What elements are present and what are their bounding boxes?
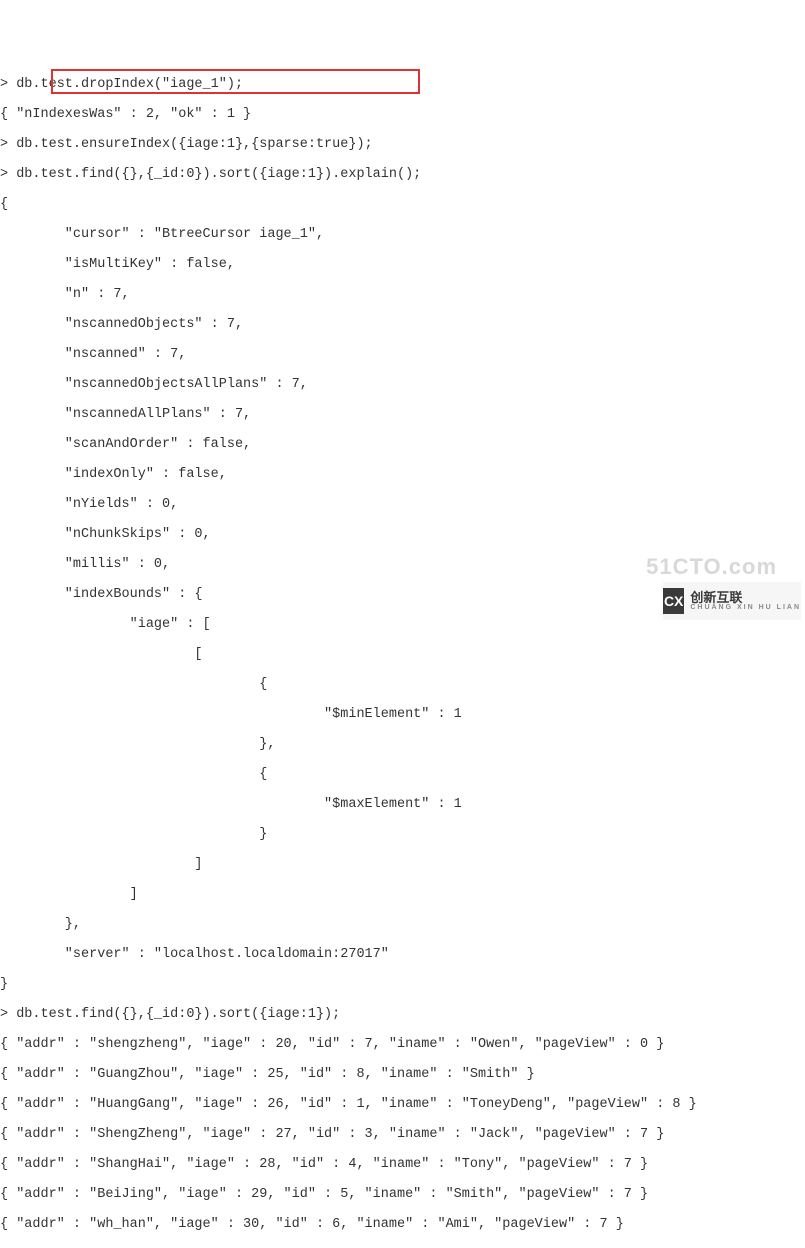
terminal-line: { "addr" : "wh_han", "iage" : 30, "id" :… xyxy=(0,1217,805,1232)
watermark-text: 51CTO.com xyxy=(646,559,777,574)
terminal-line: "nscannedObjectsAllPlans" : 7, xyxy=(0,377,805,392)
terminal-line: { "addr" : "HuangGang", "iage" : 26, "id… xyxy=(0,1097,805,1112)
terminal-line: > db.test.find({},{_id:0}).sort({iage:1}… xyxy=(0,1007,805,1022)
terminal-line: { xyxy=(0,197,805,212)
terminal-line: { "nIndexesWas" : 2, "ok" : 1 } xyxy=(0,107,805,122)
logo-icon: CX xyxy=(663,588,684,614)
terminal-line: [ xyxy=(0,647,805,662)
terminal-line: { "addr" : "shengzheng", "iage" : 20, "i… xyxy=(0,1037,805,1052)
watermark-logo: CX 创新互联 CHUANG XIN HU LIAN xyxy=(663,582,801,620)
logo-text-wrap: 创新互联 CHUANG XIN HU LIAN xyxy=(690,591,801,611)
terminal-line: { "addr" : "ShangHai", "iage" : 28, "id"… xyxy=(0,1157,805,1172)
terminal-line: }, xyxy=(0,917,805,932)
terminal-line: "isMultiKey" : false, xyxy=(0,257,805,272)
logo-sub-text: CHUANG XIN HU LIAN xyxy=(690,604,801,611)
terminal-line: "server" : "localhost.localdomain:27017" xyxy=(0,947,805,962)
terminal-line: > db.test.ensureIndex({iage:1},{sparse:t… xyxy=(0,137,805,152)
terminal-line: "nscannedObjects" : 7, xyxy=(0,317,805,332)
terminal-line: "$minElement" : 1 xyxy=(0,707,805,722)
terminal-line: { "addr" : "ShengZheng", "iage" : 27, "i… xyxy=(0,1127,805,1142)
terminal-line: } xyxy=(0,977,805,992)
terminal-line: "nYields" : 0, xyxy=(0,497,805,512)
terminal-line: "scanAndOrder" : false, xyxy=(0,437,805,452)
terminal-line: "nscanned" : 7, xyxy=(0,347,805,362)
terminal-line: ] xyxy=(0,857,805,872)
terminal-line: "indexOnly" : false, xyxy=(0,467,805,482)
logo-main-text: 创新互联 xyxy=(690,591,801,604)
terminal-line: } xyxy=(0,827,805,842)
terminal-line: { xyxy=(0,767,805,782)
terminal-line: { "addr" : "GuangZhou", "iage" : 25, "id… xyxy=(0,1067,805,1082)
terminal-prompt[interactable]: > xyxy=(0,1247,805,1248)
terminal-line: "nscannedAllPlans" : 7, xyxy=(0,407,805,422)
terminal-output: > db.test.dropIndex("iage_1"); { "nIndex… xyxy=(0,60,805,1248)
terminal-line-highlighted: "cursor" : "BtreeCursor iage_1", xyxy=(0,227,805,242)
terminal-line: { xyxy=(0,677,805,692)
terminal-line: ] xyxy=(0,887,805,902)
terminal-line: "$maxElement" : 1 xyxy=(0,797,805,812)
terminal-line: > db.test.find({},{_id:0}).sort({iage:1}… xyxy=(0,167,805,182)
terminal-line: "nChunkSkips" : 0, xyxy=(0,527,805,542)
terminal-line: { "addr" : "BeiJing", "iage" : 29, "id" … xyxy=(0,1187,805,1202)
terminal-line: > db.test.dropIndex("iage_1"); xyxy=(0,77,805,92)
terminal-line: "n" : 7, xyxy=(0,287,805,302)
terminal-line: }, xyxy=(0,737,805,752)
